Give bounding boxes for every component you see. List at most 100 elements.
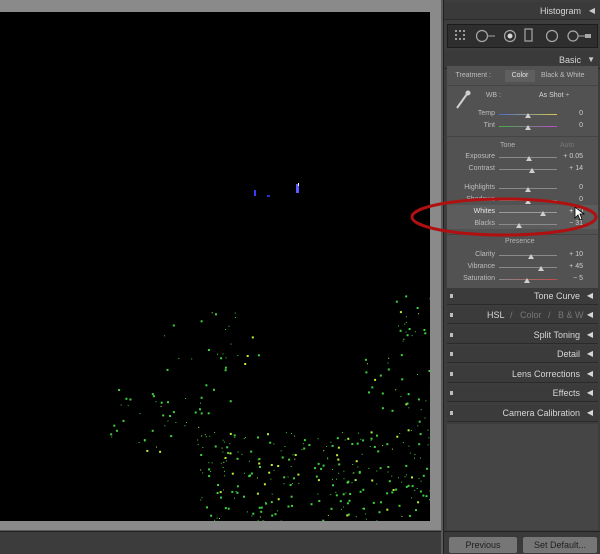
wb-label: WB : xyxy=(485,92,501,99)
contrast-value[interactable]: + 14 xyxy=(553,165,583,172)
tool-strip xyxy=(447,24,598,48)
triangle-down-icon: ▼ xyxy=(587,55,595,64)
divider xyxy=(447,234,598,235)
triangle-left-icon: ◀ xyxy=(586,388,593,397)
clarity-thumb[interactable] xyxy=(527,254,534,259)
photo-canvas[interactable] xyxy=(0,12,430,521)
slider-label-contrast: Contrast xyxy=(468,165,495,172)
develop-panel: Histogram ◀ Basic ▼ Treatment: Color Bl… xyxy=(443,0,600,554)
presence-label: Presence xyxy=(505,238,535,245)
treatment-bw-button[interactable]: Black & White xyxy=(541,72,585,79)
slider-label-whites: Whites xyxy=(473,208,495,215)
slider-label-tint: Tint xyxy=(483,122,495,129)
temp-value[interactable]: 0 xyxy=(553,110,583,117)
basic-title: Basic xyxy=(558,55,581,65)
histogram-header[interactable]: Histogram ◀ xyxy=(444,2,600,20)
camera-calibration-section[interactable]: Camera Calibration ◀ xyxy=(447,405,598,422)
slider-label-vibrance: Vibrance xyxy=(467,263,495,270)
hsl-section[interactable]: HSL / Color / B & W ◀ xyxy=(447,307,598,324)
bw-tab[interactable]: B & W xyxy=(558,310,584,320)
tone-curve-title: Tone Curve xyxy=(533,291,580,301)
histogram-title: Histogram xyxy=(539,6,581,16)
slider-label-temp: Temp xyxy=(477,110,495,117)
effects-section[interactable]: Effects ◀ xyxy=(447,385,598,402)
auto-button[interactable]: Auto xyxy=(560,142,574,149)
tone-curve-section[interactable]: Tone Curve ◀ xyxy=(447,288,598,305)
graduated-filter-icon[interactable] xyxy=(524,28,534,43)
highlights-thumb[interactable] xyxy=(525,187,531,192)
triangle-left-icon: ◀ xyxy=(586,408,593,417)
adjustment-brush-icon[interactable] xyxy=(566,29,594,43)
contrast-thumb[interactable] xyxy=(529,168,536,173)
triangle-left-icon: ◀ xyxy=(586,310,593,319)
lens-corrections-section[interactable]: Lens Corrections ◀ xyxy=(447,366,598,383)
effects-title: Effects xyxy=(552,388,580,398)
treatment-color-button[interactable]: Color xyxy=(505,70,535,82)
panel-switch-icon[interactable] xyxy=(450,294,453,298)
temp-thumb[interactable] xyxy=(525,113,531,118)
tint-thumb[interactable] xyxy=(525,125,531,130)
slider-label-highlights: Highlights xyxy=(464,184,495,191)
mouse-cursor-icon xyxy=(574,206,586,221)
triangle-left-icon: ◀ xyxy=(588,6,595,15)
previous-button[interactable]: Previous xyxy=(449,537,517,553)
filmstrip-bar xyxy=(0,531,441,554)
spot-removal-icon[interactable] xyxy=(475,29,497,43)
blue-clipping-marks xyxy=(254,183,299,197)
wb-select[interactable]: As Shot ÷ xyxy=(539,92,569,99)
photo-frame xyxy=(0,0,441,530)
hsl-separator: / xyxy=(510,310,513,320)
triangle-left-icon: ◀ xyxy=(586,291,593,300)
slider-label-blacks: Blacks xyxy=(474,220,495,227)
whites-thumb[interactable] xyxy=(539,211,546,216)
camera-calibration-title: Camera Calibration xyxy=(502,408,580,418)
slider-label-exposure: Exposure xyxy=(465,153,495,160)
vibrance-track[interactable] xyxy=(499,267,557,268)
panel-switch-icon[interactable] xyxy=(450,391,453,395)
panel-switch-icon[interactable] xyxy=(450,411,453,415)
vibrance-value[interactable]: + 45 xyxy=(553,263,583,270)
clipping-overlay xyxy=(110,183,430,521)
slider-label-clarity: Clarity xyxy=(475,251,495,258)
triangle-left-icon: ◀ xyxy=(586,349,593,358)
hsl-separator: / xyxy=(548,310,551,320)
whites-track[interactable] xyxy=(499,212,557,213)
color-tab[interactable]: Color xyxy=(520,310,542,320)
basic-panel-body: Treatment : Color Black & White WB : As … xyxy=(447,66,598,288)
shadows-value[interactable]: 0 xyxy=(553,196,583,203)
tone-label: Tone xyxy=(500,142,516,149)
contrast-track[interactable] xyxy=(499,169,557,170)
tint-value[interactable]: 0 xyxy=(553,122,583,129)
detail-title: Detail xyxy=(556,349,580,359)
panel-switch-icon[interactable] xyxy=(450,352,453,356)
shadows-thumb[interactable] xyxy=(525,199,531,204)
exposure-thumb[interactable] xyxy=(525,156,532,161)
saturation-value[interactable]: − 5 xyxy=(553,275,583,282)
set-default-button[interactable]: Set Default... xyxy=(523,537,597,553)
crop-grid-icon[interactable] xyxy=(455,30,469,42)
hsl-tab[interactable]: HSL xyxy=(487,310,505,320)
panel-switch-icon[interactable] xyxy=(450,313,453,317)
panel-switch-icon[interactable] xyxy=(450,333,453,337)
split-toning-title: Split Toning xyxy=(533,330,580,340)
panel-empty-area xyxy=(447,424,598,530)
panel-switch-icon[interactable] xyxy=(450,372,453,376)
clarity-value[interactable]: + 10 xyxy=(553,251,583,258)
blacks-thumb[interactable] xyxy=(516,223,523,228)
green-clipping-marks xyxy=(110,295,430,521)
saturation-thumb[interactable] xyxy=(523,278,530,283)
treatment-label: Treatment : xyxy=(455,72,491,79)
red-eye-icon[interactable] xyxy=(503,29,517,43)
split-toning-section[interactable]: Split Toning ◀ xyxy=(447,327,598,344)
exposure-value[interactable]: + 0.05 xyxy=(553,153,583,160)
detail-section[interactable]: Detail ◀ xyxy=(447,346,598,363)
radial-filter-icon[interactable] xyxy=(545,29,559,43)
lens-corrections-title: Lens Corrections xyxy=(511,369,580,379)
highlights-value[interactable]: 0 xyxy=(553,184,583,191)
divider xyxy=(447,136,598,137)
blacks-track[interactable] xyxy=(499,224,557,225)
vibrance-thumb[interactable] xyxy=(537,266,544,271)
triangle-left-icon: ◀ xyxy=(586,330,593,339)
slider-label-saturation: Saturation xyxy=(463,275,495,282)
triangle-left-icon: ◀ xyxy=(586,369,593,378)
